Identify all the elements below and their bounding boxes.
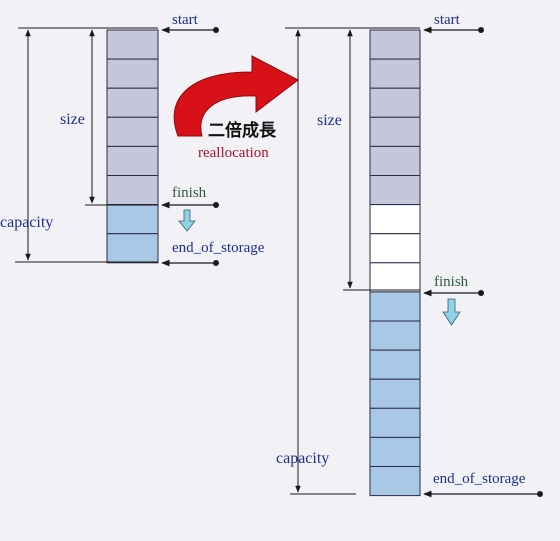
right-storage-cell xyxy=(369,320,421,351)
left-capacity-label: capacity xyxy=(0,214,53,231)
left-storage-cell xyxy=(106,233,159,264)
left-storage-block xyxy=(106,29,159,264)
double-growth-label: 二倍成長 xyxy=(208,120,277,141)
right-storage-cell xyxy=(369,262,421,293)
right-start-label: start xyxy=(434,12,461,28)
right-storage-cell xyxy=(369,291,421,322)
right-storage-cell xyxy=(369,145,421,176)
right-storage-cell xyxy=(369,29,421,60)
right-storage-cell xyxy=(369,436,421,467)
right-finish-label: finish xyxy=(434,274,469,290)
right-storage-cell xyxy=(369,87,421,118)
right-storage-cell xyxy=(369,116,421,147)
right-storage-cell xyxy=(369,175,421,206)
right-storage-cell xyxy=(369,233,421,264)
right-end-of-storage-label: end_of_storage xyxy=(433,471,526,487)
right-end-of-storage-dot xyxy=(537,491,543,497)
left-storage-cell xyxy=(106,116,159,147)
right-storage-cell xyxy=(369,466,421,497)
right-storage-cell xyxy=(369,204,421,235)
left-finish-dot xyxy=(213,202,219,208)
growth-indicator: 二倍成長 reallocation xyxy=(173,55,299,161)
left-end-of-storage-label: end_of_storage xyxy=(172,240,265,256)
right-storage-cell xyxy=(369,407,421,438)
left-finish-down-arrow-icon xyxy=(178,209,196,232)
right-capacity-label: capacity xyxy=(276,450,329,467)
right-start-dot xyxy=(478,27,484,33)
left-storage-cell xyxy=(106,29,159,60)
right-storage-cell xyxy=(369,349,421,380)
left-start-label: start xyxy=(172,12,199,28)
left-storage-cell xyxy=(106,175,159,206)
right-size-label: size xyxy=(317,112,342,129)
left-size-label: size xyxy=(60,111,85,128)
vector-reallocation-diagram: start size finish capacity end_of_storag… xyxy=(0,0,560,536)
left-finish-label: finish xyxy=(172,185,207,201)
diagram-canvas: start size finish capacity end_of_storag… xyxy=(0,12,543,498)
right-storage-cell xyxy=(369,378,421,409)
left-storage-cell xyxy=(106,204,159,235)
left-end-of-storage-dot xyxy=(213,260,219,266)
right-finish-dot xyxy=(478,290,484,296)
left-start-dot xyxy=(213,27,219,33)
left-storage-cell xyxy=(106,145,159,176)
left-storage-cell xyxy=(106,58,159,89)
reallocation-label: reallocation xyxy=(198,145,269,161)
right-storage-block xyxy=(369,29,421,497)
right-vector: start size finish capacity end_of_storag… xyxy=(276,12,543,498)
right-storage-cell xyxy=(369,58,421,89)
right-finish-down-arrow-icon xyxy=(442,298,461,326)
left-storage-cell xyxy=(106,87,159,118)
